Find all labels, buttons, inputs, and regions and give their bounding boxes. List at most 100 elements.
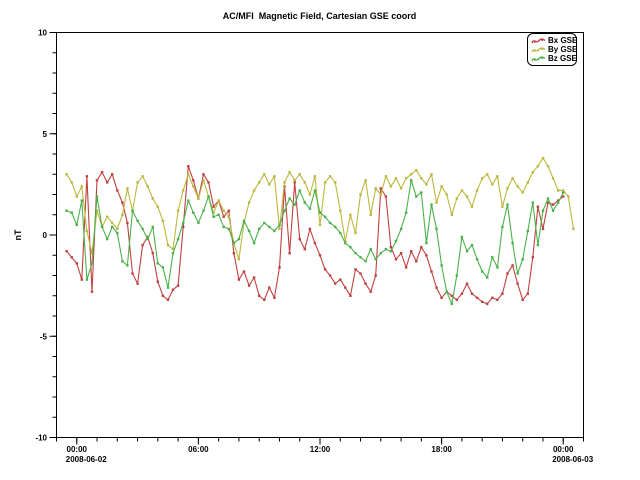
data-point-marker — [268, 226, 270, 228]
data-point-marker — [304, 201, 306, 203]
data-point-marker — [288, 171, 290, 173]
data-point-marker — [253, 276, 255, 278]
data-point-marker — [446, 291, 448, 293]
data-point-marker — [243, 270, 245, 272]
data-point-marker — [511, 177, 513, 179]
data-point-marker — [268, 286, 270, 288]
legend-label-bx: Bx GSE — [548, 36, 577, 45]
x-tick-label: 18:00 — [431, 445, 452, 454]
y-tick-label: -5 — [40, 332, 48, 341]
data-point-marker — [532, 171, 534, 173]
data-point-marker — [288, 197, 290, 199]
data-point-marker — [410, 250, 412, 252]
data-point-marker — [430, 173, 432, 175]
data-point-marker — [116, 228, 118, 230]
data-point-marker — [299, 189, 301, 191]
data-point-marker — [532, 256, 534, 258]
data-point-marker — [218, 199, 220, 201]
data-point-marker — [405, 266, 407, 268]
data-point-marker — [334, 181, 336, 183]
data-point-marker — [344, 242, 346, 244]
data-point-marker — [430, 270, 432, 272]
data-point-marker — [263, 299, 265, 301]
data-point-marker — [309, 193, 311, 195]
data-point-marker — [522, 258, 524, 260]
data-point-marker — [177, 238, 179, 240]
data-point-marker — [380, 193, 382, 195]
data-point-marker — [359, 272, 361, 274]
data-point-marker — [420, 177, 422, 179]
data-point-marker — [542, 228, 544, 230]
data-point-marker — [116, 232, 118, 234]
data-point-marker — [309, 208, 311, 210]
data-point-marker — [157, 280, 159, 282]
data-point-marker — [238, 278, 240, 280]
data-point-marker — [446, 193, 448, 195]
data-point-marker — [410, 173, 412, 175]
data-point-marker — [207, 195, 209, 197]
data-point-marker — [304, 181, 306, 183]
data-point-marker — [461, 189, 463, 191]
data-point-marker — [501, 206, 503, 208]
data-point-marker — [116, 189, 118, 191]
data-point-marker — [121, 214, 123, 216]
data-point-marker — [96, 195, 98, 197]
legend-entry-bz: Bz GSE — [531, 54, 573, 63]
data-point-marker — [496, 299, 498, 301]
data-point-marker — [319, 254, 321, 256]
data-point-marker — [486, 173, 488, 175]
data-point-marker — [162, 220, 164, 222]
data-point-marker — [212, 216, 214, 218]
data-point-marker — [76, 262, 78, 264]
data-point-marker — [81, 185, 83, 187]
data-point-marker — [152, 197, 154, 199]
data-point-marker — [572, 228, 574, 230]
data-point-marker — [273, 230, 275, 232]
data-point-marker — [314, 189, 316, 191]
data-point-marker — [481, 301, 483, 303]
data-point-marker — [192, 179, 194, 181]
data-point-marker — [268, 183, 270, 185]
data-point-marker — [106, 216, 108, 218]
data-point-marker — [390, 185, 392, 187]
data-point-marker — [511, 242, 513, 244]
data-point-marker — [486, 276, 488, 278]
data-point-marker — [172, 289, 174, 291]
data-point-marker — [339, 278, 341, 280]
data-point-marker — [537, 244, 539, 246]
data-point-marker — [522, 299, 524, 301]
data-point-marker — [435, 286, 437, 288]
data-point-marker — [65, 250, 67, 252]
data-point-marker — [248, 284, 250, 286]
data-point-marker — [385, 195, 387, 197]
legend-entry-by: By GSE — [531, 45, 573, 54]
data-point-marker — [192, 185, 194, 187]
x-tick-label: 06:00 — [188, 445, 209, 454]
bx-line-sample-icon — [531, 37, 546, 45]
data-point-marker — [364, 179, 366, 181]
data-point-marker — [324, 268, 326, 270]
data-point-marker — [547, 165, 549, 167]
data-point-marker — [329, 274, 331, 276]
data-point-marker — [147, 238, 149, 240]
x-tick-label: 00:00 — [67, 445, 88, 454]
data-point-marker — [304, 248, 306, 250]
data-point-marker — [136, 220, 138, 222]
data-point-marker — [223, 226, 225, 228]
data-point-marker — [253, 242, 255, 244]
data-point-marker — [258, 181, 260, 183]
data-point-marker — [359, 256, 361, 258]
data-point-marker — [86, 278, 88, 280]
data-point-marker — [370, 291, 372, 293]
y-tick-label: 5 — [43, 130, 48, 139]
data-point-marker — [76, 224, 78, 226]
data-point-marker — [456, 197, 458, 199]
data-point-marker — [212, 206, 214, 208]
data-point-marker — [405, 212, 407, 214]
data-point-marker — [440, 297, 442, 299]
data-point-marker — [390, 250, 392, 252]
data-point-marker — [354, 252, 356, 254]
data-point-marker — [278, 224, 280, 226]
data-point-marker — [223, 210, 225, 212]
data-point-marker — [86, 175, 88, 177]
